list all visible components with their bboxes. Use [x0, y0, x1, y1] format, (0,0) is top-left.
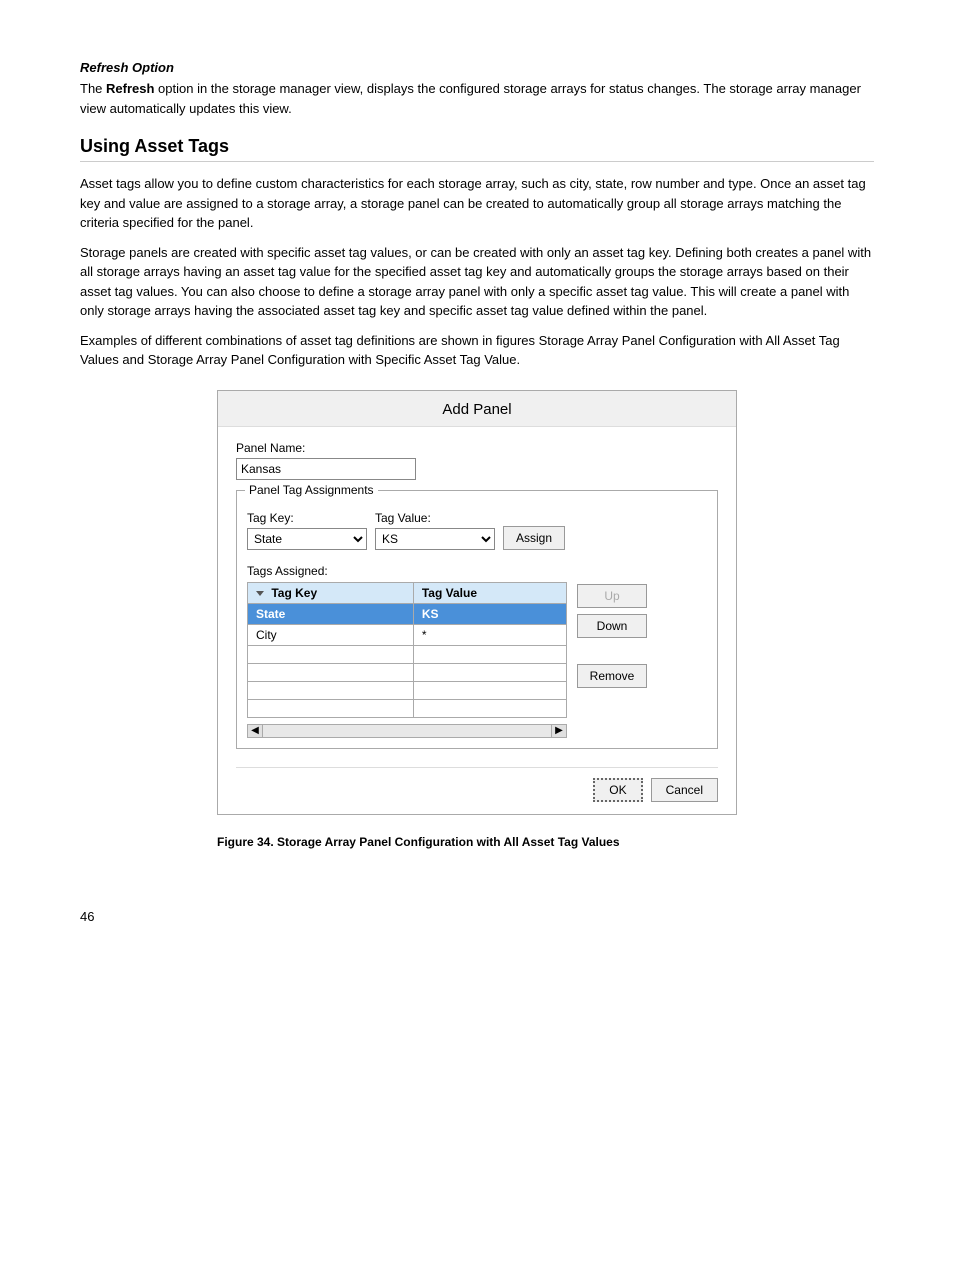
scroll-left-arrow[interactable]: ◀ — [247, 724, 263, 738]
panel-tag-assignments-group: Panel Tag Assignments Tag Key: State Cit… — [236, 490, 718, 749]
section-title: Using Asset Tags — [80, 136, 874, 162]
sort-icon — [256, 591, 264, 596]
row2-value: * — [413, 624, 566, 645]
section-para1: Asset tags allow you to define custom ch… — [80, 174, 874, 233]
tag-key-column: Tag Key: State City Row Type — [247, 511, 367, 550]
table-row[interactable]: City * — [248, 624, 567, 645]
tag-key-select[interactable]: State City Row Type — [247, 528, 367, 550]
row1-key: State — [248, 603, 414, 624]
figure-caption-text: Figure 34. Storage Array Panel Configura… — [217, 835, 620, 849]
tags-table-column: Tag Key Tag Value State KS — [247, 582, 567, 738]
table-row-empty — [248, 645, 567, 663]
up-button[interactable]: Up — [577, 584, 647, 608]
page-number: 46 — [80, 909, 874, 924]
side-buttons: Up Down Remove — [577, 582, 647, 688]
dialog-body: Panel Name: Panel Tag Assignments Tag Ke… — [218, 427, 736, 814]
row1-value: KS — [413, 603, 566, 624]
assign-button[interactable]: Assign — [503, 526, 565, 550]
table-row-empty — [248, 681, 567, 699]
refresh-option-text: The Refresh option in the storage manage… — [80, 79, 874, 118]
tag-value-select[interactable]: KS MO OK — [375, 528, 495, 550]
row2-key: City — [248, 624, 414, 645]
tag-key-label: Tag Key: — [247, 511, 367, 525]
table-row[interactable]: State KS — [248, 603, 567, 624]
add-panel-dialog: Add Panel Panel Name: Panel Tag Assignme… — [217, 390, 737, 815]
panel-tag-assignments-legend: Panel Tag Assignments — [245, 483, 378, 497]
tags-assigned-table: Tag Key Tag Value State KS — [247, 582, 567, 718]
ok-button[interactable]: OK — [593, 778, 642, 802]
table-row-empty — [248, 699, 567, 717]
refresh-option-heading: Refresh Option — [80, 60, 874, 75]
col-tag-key-header: Tag Key — [248, 582, 414, 603]
cancel-button[interactable]: Cancel — [651, 778, 718, 802]
section-para3: Examples of different combinations of as… — [80, 331, 874, 370]
table-row-empty — [248, 663, 567, 681]
tag-value-label: Tag Value: — [375, 511, 495, 525]
col-tag-value-header: Tag Value — [413, 582, 566, 603]
panel-name-input[interactable] — [236, 458, 416, 480]
col-tag-value-label: Tag Value — [422, 586, 477, 600]
remove-button[interactable]: Remove — [577, 664, 647, 688]
tag-value-column: Tag Value: KS MO OK — [375, 511, 495, 550]
tags-assigned-label: Tags Assigned: — [247, 564, 707, 578]
col-tag-key-label: Tag Key — [271, 586, 317, 600]
horizontal-scrollbar[interactable]: ◀ ▶ — [247, 724, 567, 738]
tags-table-wrapper: Tag Key Tag Value State KS — [247, 582, 707, 738]
scroll-right-arrow[interactable]: ▶ — [551, 724, 567, 738]
dialog-footer: OK Cancel — [236, 767, 718, 802]
figure-caption: Figure 34. Storage Array Panel Configura… — [217, 835, 737, 849]
scroll-track[interactable] — [263, 724, 551, 738]
panel-name-label: Panel Name: — [236, 441, 718, 455]
tag-assignment-row: Tag Key: State City Row Type Tag Value: … — [247, 511, 707, 550]
dialog-title: Add Panel — [218, 391, 736, 427]
down-button[interactable]: Down — [577, 614, 647, 638]
section-para2: Storage panels are created with specific… — [80, 243, 874, 321]
